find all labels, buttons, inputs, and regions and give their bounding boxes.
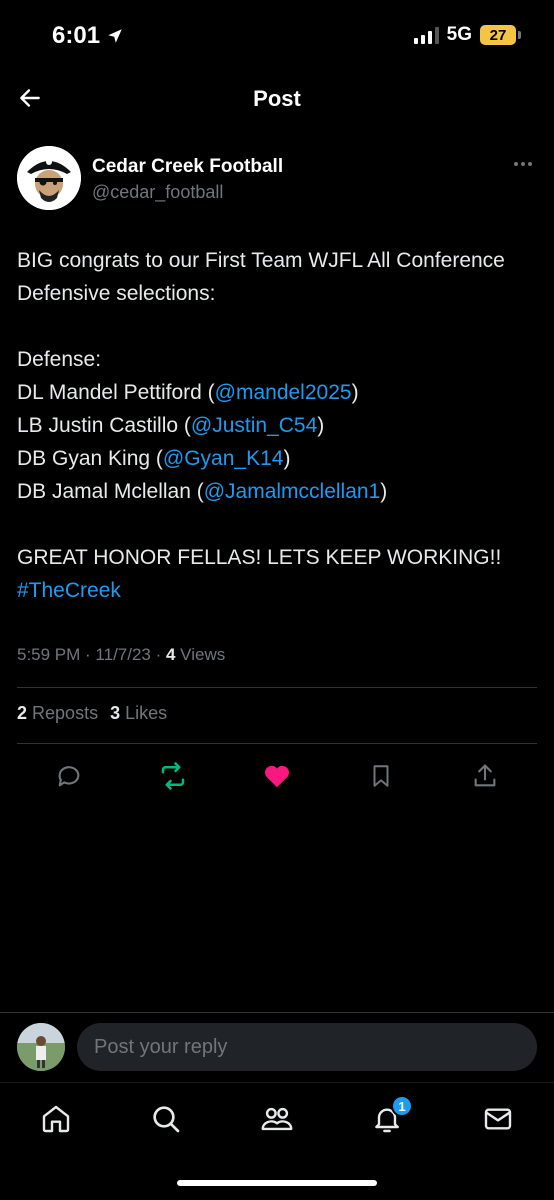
- search-icon: [153, 1106, 180, 1133]
- dot-icon: [528, 162, 532, 166]
- likes-stat[interactable]: 3 Likes: [110, 703, 167, 724]
- post-meta: 5:59 PM · 11/7/23 · 4 Views: [17, 645, 225, 665]
- nav-home[interactable]: [38, 1101, 74, 1137]
- nav-communities[interactable]: [259, 1101, 295, 1137]
- user-avatar[interactable]: [17, 1023, 65, 1071]
- paren-text: ): [283, 447, 291, 470]
- author-row: Cedar Creek Football @cedar_football: [17, 146, 537, 214]
- user-photo-icon: [17, 1023, 65, 1071]
- status-bar: 6:01 5G 27: [0, 0, 554, 70]
- post-row: DL Mandel Pettiford (@mandel2025): [17, 376, 537, 409]
- home-indicator: [177, 1180, 377, 1186]
- post-row: DB Jamal Mclellan (@Jamalmcclellan1): [17, 475, 537, 508]
- player-text: LB Justin Castillo (: [17, 414, 191, 437]
- reposts-stat[interactable]: 2 Reposts: [17, 703, 98, 724]
- battery-icon: 27: [480, 25, 521, 45]
- signal-icon: [413, 26, 439, 44]
- bookmark-button[interactable]: [365, 760, 397, 792]
- network-type: 5G: [446, 24, 472, 45]
- page-title: Post: [253, 86, 301, 111]
- repost-button[interactable]: [157, 760, 189, 792]
- reply-input[interactable]: [77, 1023, 537, 1071]
- repost-icon: [161, 762, 185, 790]
- nav-notifications[interactable]: 1: [369, 1095, 413, 1137]
- player-text: DB Jamal Mclellan (: [17, 480, 204, 503]
- avatar[interactable]: [17, 146, 81, 210]
- likes-label: Likes: [125, 703, 168, 723]
- status-time-text: 6:01: [52, 22, 101, 49]
- nav-search[interactable]: [148, 1101, 184, 1137]
- mail-icon: [484, 1108, 512, 1130]
- action-bar: [17, 756, 537, 796]
- author-handle[interactable]: @cedar_football: [92, 182, 223, 203]
- paren-text: ): [317, 414, 325, 437]
- location-arrow-icon: [108, 29, 122, 43]
- reply-bar: [0, 1012, 554, 1082]
- post-timestamp[interactable]: 5:59 PM · 11/7/23 ·: [17, 645, 166, 664]
- comment-icon: [58, 766, 80, 787]
- reply-button[interactable]: [53, 760, 85, 792]
- share-icon: [474, 764, 496, 787]
- post-closing: GREAT HONOR FELLAS! LETS KEEP WORKING!!: [17, 546, 502, 569]
- mention-link[interactable]: @Gyan_K14: [163, 447, 284, 470]
- heart-icon: [264, 765, 290, 788]
- player-text: DL Mandel Pettiford (: [17, 381, 215, 404]
- home-icon: [42, 1105, 70, 1133]
- post-row: LB Justin Castillo (@Justin_C54): [17, 409, 537, 442]
- dot-icon: [521, 162, 525, 166]
- divider: [17, 687, 537, 688]
- mention-link[interactable]: @Justin_C54: [191, 414, 317, 437]
- paren-text: ): [380, 480, 388, 503]
- more-options-button[interactable]: [509, 154, 537, 174]
- divider: [17, 743, 537, 744]
- communities-icon: [261, 1107, 293, 1131]
- like-button[interactable]: [261, 760, 293, 792]
- author-display-name[interactable]: Cedar Creek Football: [92, 156, 283, 178]
- views-label: Views: [175, 645, 226, 664]
- status-time: 6:01: [52, 22, 124, 50]
- reposts-count: 2: [17, 703, 28, 723]
- post-text: BIG congrats to our First Team WJFL All …: [17, 244, 537, 607]
- notification-badge: 1: [391, 1095, 413, 1117]
- likes-count: 3: [110, 703, 121, 723]
- hashtag-link[interactable]: #TheCreek: [17, 579, 121, 602]
- share-button[interactable]: [469, 760, 501, 792]
- mention-link[interactable]: @Jamalmcclellan1: [204, 480, 381, 503]
- post-intro: BIG congrats to our First Team WJFL All …: [17, 249, 505, 305]
- reposts-label: Reposts: [32, 703, 99, 723]
- bookmark-icon: [373, 765, 389, 787]
- post-stats: 2 Reposts 3 Likes: [17, 703, 167, 724]
- mention-link[interactable]: @mandel2025: [215, 381, 352, 404]
- player-text: DB Gyan King (: [17, 447, 163, 470]
- post-defense-label: Defense:: [17, 348, 102, 371]
- nav-messages[interactable]: [480, 1101, 516, 1137]
- battery-level: 27: [489, 26, 507, 44]
- header: Post: [0, 70, 554, 130]
- dot-icon: [514, 162, 518, 166]
- paren-text: ): [351, 381, 359, 404]
- pirate-logo-icon: [17, 146, 81, 210]
- post-row: DB Gyan King (@Gyan_K14): [17, 442, 537, 475]
